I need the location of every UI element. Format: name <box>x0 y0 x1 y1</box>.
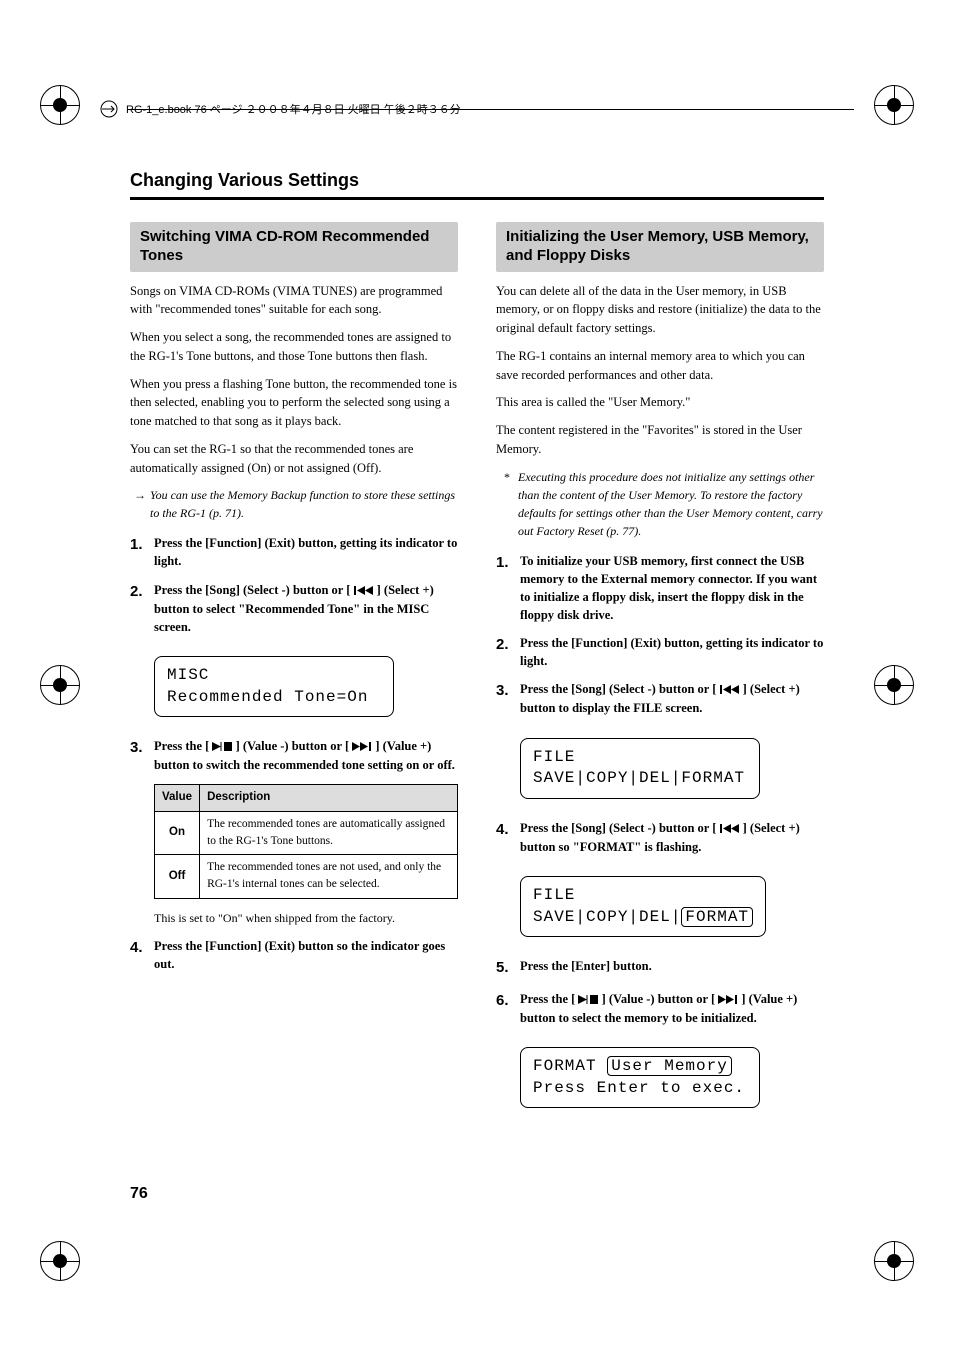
left-step-3: 3. Press the [ ] (Value -) button or [ ]… <box>130 737 458 774</box>
header-rule <box>128 109 854 110</box>
prev-track-icon <box>720 820 740 838</box>
right-step-5: 5. Press the [Enter] button. <box>496 957 824 980</box>
step-text: To initialize your USB memory, first con… <box>520 552 824 625</box>
play-stop-icon <box>578 991 598 1009</box>
left-p3: When you press a flashing Tone button, t… <box>130 375 458 431</box>
step-text-a: Press the [ <box>520 992 578 1006</box>
reg-mark-icon <box>40 665 80 705</box>
right-heading: Initializing the User Memory, USB Memory… <box>496 222 824 272</box>
left-step-4: 4. Press the [Function] (Exit) button so… <box>130 937 458 973</box>
right-column: Initializing the User Memory, USB Memory… <box>496 222 824 1118</box>
header-arrow-icon <box>100 100 118 118</box>
reg-mark-icon <box>874 85 914 125</box>
step-text: Press the [Song] (Select -) button or [ … <box>520 819 824 856</box>
lcd-highlight-memory: User Memory <box>607 1056 732 1076</box>
next-track-icon <box>352 738 372 756</box>
lcd-line-1: FILE <box>533 885 753 907</box>
step-number: 3. <box>496 680 520 717</box>
left-p1: Songs on VIMA CD-ROMs (VIMA TUNES) are p… <box>130 282 458 320</box>
lcd-line-1: MISC <box>167 665 381 687</box>
lcd-highlight-format: FORMAT <box>681 907 753 927</box>
lcd-text: FORMAT <box>533 1057 607 1075</box>
step-text: Press the [Function] (Exit) button so th… <box>154 937 458 973</box>
table-value: Off <box>155 855 200 899</box>
right-step-6: 6. Press the [ ] (Value -) button or [ ]… <box>496 990 824 1027</box>
table-desc: The recommended tones are automatically … <box>200 811 458 855</box>
step-text: Press the [Song] (Select -) button or [ … <box>520 680 824 717</box>
lcd-line-1: FILE <box>533 747 747 769</box>
next-track-icon <box>718 991 738 1009</box>
right-step-3: 3. Press the [Song] (Select -) button or… <box>496 680 824 717</box>
left-step-1: 1. Press the [Function] (Exit) button, g… <box>130 534 458 570</box>
step-number: 6. <box>496 990 520 1027</box>
right-step-2: 2. Press the [Function] (Exit) button, g… <box>496 634 824 670</box>
table-row: On The recommended tones are automatical… <box>155 811 458 855</box>
step-text: Press the [Enter] button. <box>520 957 824 980</box>
table-row: Off The recommended tones are not used, … <box>155 855 458 899</box>
left-column: Switching VIMA CD-ROM Recommended Tones … <box>130 222 458 1118</box>
step-text-a: Press the [Song] (Select -) button or [ <box>154 583 354 597</box>
right-p4: The content registered in the "Favorites… <box>496 421 824 459</box>
right-step-1: 1. To initialize your USB memory, first … <box>496 552 824 625</box>
step-text: Press the [Song] (Select -) button or [ … <box>154 581 458 636</box>
step-text: Press the [ ] (Value -) button or [ ] (V… <box>154 737 458 774</box>
step-number: 2. <box>130 581 154 636</box>
lcd-line-2: Press Enter to exec. <box>533 1078 747 1100</box>
lcd-display: FILE SAVE|COPY|DEL|FORMAT <box>520 738 760 799</box>
reg-mark-icon <box>874 665 914 705</box>
lcd-line-2: SAVE|COPY|DEL|FORMAT <box>533 907 753 929</box>
step-number: 4. <box>496 819 520 856</box>
prev-track-icon <box>720 681 740 699</box>
step-text: Press the [Function] (Exit) button, gett… <box>154 534 458 570</box>
section-title: Changing Various Settings <box>130 170 824 191</box>
step-text-b: ] (Value -) button or [ <box>598 992 718 1006</box>
table-header-value: Value <box>155 785 200 811</box>
right-p1: You can delete all of the data in the Us… <box>496 282 824 338</box>
left-p2: When you select a song, the recommended … <box>130 328 458 366</box>
left-heading: Switching VIMA CD-ROM Recommended Tones <box>130 222 458 272</box>
reg-mark-icon <box>874 1241 914 1281</box>
left-step-2: 2. Press the [Song] (Select -) button or… <box>130 581 458 636</box>
step-text: Press the [ ] (Value -) button or [ ] (V… <box>520 990 824 1027</box>
lcd-display: MISC Recommended Tone=On <box>154 656 394 717</box>
value-table: Value Description On The recommended ton… <box>154 784 458 898</box>
step-text-b: ] (Value -) button or [ <box>232 739 352 753</box>
right-p3: This area is called the "User Memory." <box>496 393 824 412</box>
step-number: 4. <box>130 937 154 973</box>
lcd-display: FORMAT User Memory Press Enter to exec. <box>520 1047 760 1108</box>
lcd-display: FILE SAVE|COPY|DEL|FORMAT <box>520 876 766 937</box>
step-text: Press the [Function] (Exit) button, gett… <box>520 634 824 670</box>
step-number: 2. <box>496 634 520 670</box>
table-value: On <box>155 811 200 855</box>
right-note1: Executing this procedure does not initia… <box>496 468 824 540</box>
page-number: 76 <box>130 1185 148 1203</box>
right-p2: The RG-1 contains an internal memory are… <box>496 347 824 385</box>
left-note1: You can use the Memory Backup function t… <box>130 486 458 522</box>
section-rule <box>130 197 824 200</box>
left-p4: You can set the RG-1 so that the recomme… <box>130 440 458 478</box>
step-number: 1. <box>496 552 520 625</box>
right-step-4: 4. Press the [Song] (Select -) button or… <box>496 819 824 856</box>
step-text-a: Press the [Song] (Select -) button or [ <box>520 682 720 696</box>
lcd-text: SAVE|COPY|DEL| <box>533 908 681 926</box>
play-stop-icon <box>212 738 232 756</box>
lcd-line-2: Recommended Tone=On <box>167 687 381 709</box>
step-number: 3. <box>130 737 154 774</box>
step-number: 1. <box>130 534 154 570</box>
lcd-line-2: SAVE|COPY|DEL|FORMAT <box>533 768 747 790</box>
prev-track-icon <box>354 582 374 600</box>
reg-mark-icon <box>40 85 80 125</box>
step-text-a: Press the [ <box>154 739 212 753</box>
step-text-a: Press the [Song] (Select -) button or [ <box>520 821 720 835</box>
factory-note: This is set to "On" when shipped from th… <box>130 909 458 927</box>
lcd-line-1: FORMAT User Memory <box>533 1056 747 1078</box>
reg-mark-icon <box>40 1241 80 1281</box>
table-header-desc: Description <box>200 785 458 811</box>
step-number: 5. <box>496 957 520 980</box>
table-desc: The recommended tones are not used, and … <box>200 855 458 899</box>
